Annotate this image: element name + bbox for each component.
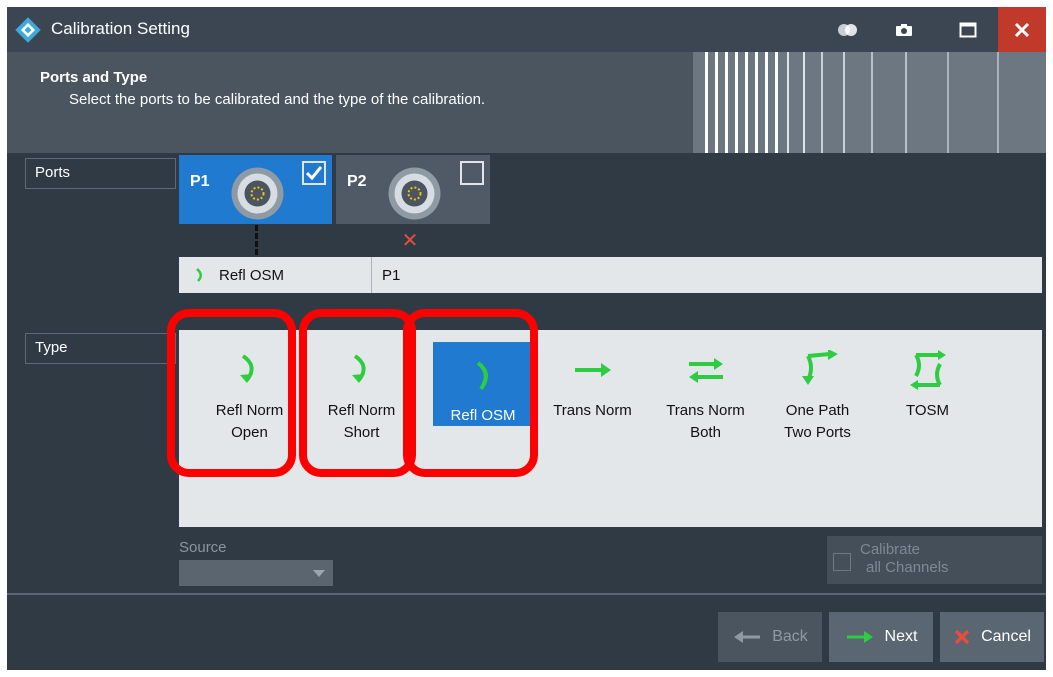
calibrate-all-label: Calibrate all Channels bbox=[860, 541, 949, 577]
type-trans-norm-both[interactable]: Trans Norm Both bbox=[647, 335, 764, 444]
maximize-button[interactable] bbox=[947, 7, 989, 52]
footer-divider bbox=[7, 593, 1046, 595]
port-checkbox-p2[interactable] bbox=[460, 161, 484, 185]
toggle-button[interactable] bbox=[827, 7, 869, 52]
one-path-icon bbox=[801, 350, 838, 385]
app-logo-icon bbox=[15, 17, 41, 43]
port-tile-p1[interactable]: P1 bbox=[179, 155, 332, 224]
screenshot-button[interactable] bbox=[883, 7, 925, 52]
calibration-window: Calibration Setting Ports and Type Selec… bbox=[7, 7, 1046, 670]
next-label: Next bbox=[884, 628, 918, 645]
window-title: Calibration Setting bbox=[51, 19, 190, 38]
type-label-line1: TOSM bbox=[905, 402, 950, 419]
camera-icon bbox=[896, 23, 912, 36]
summary-type: Refl OSM bbox=[219, 267, 285, 284]
highlight-refl-norm-short bbox=[299, 309, 416, 477]
port-connection-line bbox=[255, 225, 258, 255]
highlight-refl-norm-open bbox=[167, 309, 296, 477]
source-select[interactable] bbox=[179, 560, 333, 586]
type-label: Type bbox=[25, 333, 176, 364]
port-connector-icon bbox=[388, 167, 441, 220]
arrow-right-icon bbox=[846, 631, 873, 643]
arrows-both-icon bbox=[688, 358, 723, 383]
port-tile-p2[interactable]: P2 bbox=[336, 155, 490, 224]
check-icon bbox=[305, 166, 323, 181]
cancel-label: Cancel bbox=[981, 628, 1031, 645]
tosm-icon bbox=[909, 350, 946, 390]
calibrate-all-checkbox[interactable] bbox=[833, 553, 851, 571]
highlight-refl-osm bbox=[403, 309, 538, 477]
refl-arc-icon bbox=[196, 268, 202, 282]
page-header: Ports and Type Select the ports to be ca… bbox=[7, 52, 1046, 153]
maximize-icon bbox=[959, 22, 977, 37]
type-label-line2: Two Ports bbox=[784, 424, 851, 441]
summary-ports: P1 bbox=[382, 267, 401, 284]
type-one-path-two-ports[interactable]: One Path Two Ports bbox=[759, 335, 876, 444]
close-icon bbox=[1014, 22, 1030, 37]
summary-type-cell: Refl OSM bbox=[179, 257, 372, 293]
port-name-p1: P1 bbox=[190, 173, 210, 190]
arrow-right-icon bbox=[574, 363, 611, 377]
type-label-line1: Trans Norm bbox=[666, 402, 745, 419]
title-bar: Calibration Setting bbox=[7, 7, 1046, 52]
next-button[interactable]: Next bbox=[829, 612, 933, 662]
port-name-p2: P2 bbox=[347, 173, 367, 190]
toggle-icon bbox=[838, 23, 857, 36]
port-checkbox-p1[interactable] bbox=[302, 161, 326, 185]
type-label-line1: Trans Norm bbox=[553, 402, 632, 419]
type-label-line1: One Path bbox=[785, 402, 850, 419]
page-title: Ports and Type bbox=[40, 69, 148, 86]
source-label: Source bbox=[179, 539, 227, 556]
arrow-left-icon bbox=[734, 631, 761, 643]
type-label-line2: Both bbox=[690, 424, 721, 441]
back-button[interactable]: Back bbox=[718, 612, 822, 662]
type-trans-norm[interactable]: Trans Norm bbox=[534, 335, 651, 422]
cancel-button[interactable]: Cancel bbox=[940, 612, 1044, 662]
close-icon bbox=[954, 629, 970, 645]
calibration-summary-row: Refl OSM P1 bbox=[179, 257, 1042, 293]
calibrate-all-line2: all Channels bbox=[866, 559, 949, 576]
decorative-stripes bbox=[693, 52, 1046, 153]
ports-label: Ports bbox=[25, 158, 176, 189]
calibrate-all-line1: Calibrate bbox=[860, 541, 921, 558]
calibrate-all-channels[interactable]: Calibrate all Channels bbox=[827, 536, 1042, 584]
port-unused-x-icon: ✕ bbox=[401, 230, 419, 252]
page-subtitle: Select the ports to be calibrated and th… bbox=[69, 91, 486, 108]
port-connector-icon bbox=[231, 167, 284, 220]
type-tosm[interactable]: TOSM bbox=[869, 335, 986, 422]
close-button[interactable] bbox=[998, 7, 1046, 52]
back-label: Back bbox=[772, 628, 808, 645]
chevron-down-icon bbox=[313, 570, 325, 577]
